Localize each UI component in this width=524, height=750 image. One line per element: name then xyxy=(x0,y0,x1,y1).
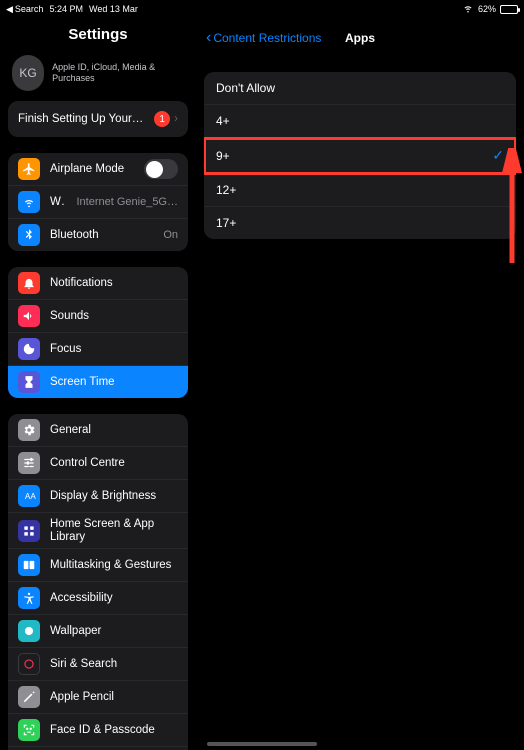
sidebar-item-siri[interactable]: Siri & Search xyxy=(8,648,188,681)
sidebar-item-label: Notifications xyxy=(50,277,178,289)
pencil-icon xyxy=(18,686,40,708)
status-time: 5:24 PM xyxy=(49,4,83,14)
svg-text:AA: AA xyxy=(25,492,36,501)
option-label: 17+ xyxy=(216,216,236,230)
back-label: Content Restrictions xyxy=(213,31,321,45)
chevron-right-icon: › xyxy=(174,113,178,125)
moon-icon xyxy=(18,338,40,360)
sidebar-item-homescreen[interactable]: Home Screen & App Library xyxy=(8,513,188,549)
apps-rating-group: Don't Allow 4+ 9+ ✓ 12+ 17+ xyxy=(204,72,516,239)
home-indicator[interactable] xyxy=(207,742,317,746)
accessibility-icon xyxy=(18,587,40,609)
avatar: KG xyxy=(12,55,44,91)
back-to-search[interactable]: ◀ Search xyxy=(6,4,43,15)
sidebar-item-notifications[interactable]: Notifications xyxy=(8,267,188,300)
sidebar-item-label: Wallpaper xyxy=(50,625,178,637)
sidebar-item-wallpaper[interactable]: Wallpaper xyxy=(8,615,188,648)
sidebar-item-screentime[interactable]: Screen Time xyxy=(8,366,188,398)
sidebar-group-alerts: Notifications Sounds Focus Screen Time xyxy=(8,267,188,398)
sidebar-item-label: Bluetooth xyxy=(50,229,153,241)
sidebar-item-bluetooth[interactable]: Bluetooth On xyxy=(8,219,188,251)
status-date: Wed 13 Mar xyxy=(89,4,138,14)
sidebar-group-general: General Control Centre AA Display & Brig… xyxy=(8,414,188,750)
faceid-icon xyxy=(18,719,40,741)
sidebar-item-display[interactable]: AA Display & Brightness xyxy=(8,480,188,513)
chevron-left-icon: ‹ xyxy=(206,29,211,47)
sidebar-item-label: Home Screen & App Library xyxy=(50,518,178,543)
sidebar-item-label: Siri & Search xyxy=(50,658,178,670)
sidebar-item-label: Face ID & Passcode xyxy=(50,724,178,736)
airplane-icon xyxy=(18,158,40,180)
sidebar-item-label: General xyxy=(50,424,178,436)
sidebar-item-wifi[interactable]: Wi-Fi Internet Genie_5G… xyxy=(8,186,188,219)
wifi-value: Internet Genie_5G… xyxy=(76,196,178,208)
status-bar: ◀ Search 5:24 PM Wed 13 Mar 62% xyxy=(0,0,524,18)
sidebar-item-multitasking[interactable]: Multitasking & Gestures xyxy=(8,549,188,582)
battery-percent: 62% xyxy=(478,4,496,14)
detail-pane: ‹ Content Restrictions Apps Don't Allow … xyxy=(196,18,524,750)
siri-icon xyxy=(18,653,40,675)
option-17plus[interactable]: 17+ xyxy=(204,207,516,239)
notification-badge: 1 xyxy=(154,111,170,127)
hourglass-icon xyxy=(18,371,40,393)
option-12plus[interactable]: 12+ xyxy=(204,174,516,207)
option-label: 9+ xyxy=(216,149,230,163)
sidebar-item-label: Multitasking & Gestures xyxy=(50,559,178,571)
option-dont-allow[interactable]: Don't Allow xyxy=(204,72,516,105)
gear-icon xyxy=(18,419,40,441)
apple-id-row[interactable]: KG Apple ID, iCloud, Media & Purchases xyxy=(8,53,188,101)
sidebar-item-label: Control Centre xyxy=(50,457,178,469)
bluetooth-value: On xyxy=(163,229,178,241)
bluetooth-icon xyxy=(18,224,40,246)
wifi-icon xyxy=(462,2,474,16)
sidebar-item-focus[interactable]: Focus xyxy=(8,333,188,366)
airplane-toggle[interactable] xyxy=(144,159,178,179)
sidebar-item-pencil[interactable]: Apple Pencil xyxy=(8,681,188,714)
sidebar-item-airplane[interactable]: Airplane Mode xyxy=(8,153,188,186)
detail-header: ‹ Content Restrictions Apps xyxy=(204,18,516,58)
speaker-icon xyxy=(18,305,40,327)
sidebar-title: Settings xyxy=(8,18,188,53)
sidebar-item-label: Screen Time xyxy=(50,376,178,388)
sidebar-item-accessibility[interactable]: Accessibility xyxy=(8,582,188,615)
bell-icon xyxy=(18,272,40,294)
sidebar-group-connectivity: Airplane Mode Wi-Fi Internet Genie_5G… B… xyxy=(8,153,188,251)
settings-sidebar: Settings KG Apple ID, iCloud, Media & Pu… xyxy=(0,18,196,750)
detail-title: Apps xyxy=(345,31,375,45)
multitasking-icon xyxy=(18,554,40,576)
sidebar-item-label: Airplane Mode xyxy=(50,163,134,175)
sidebar-item-label: Display & Brightness xyxy=(50,490,178,502)
battery-icon xyxy=(500,5,518,14)
sidebar-item-general[interactable]: General xyxy=(8,414,188,447)
option-label: 12+ xyxy=(216,183,236,197)
sidebar-item-sounds[interactable]: Sounds xyxy=(8,300,188,333)
brightness-icon: AA xyxy=(18,485,40,507)
finish-setup-row[interactable]: Finish Setting Up Your… 1 › xyxy=(8,101,188,137)
grid-icon xyxy=(18,520,40,542)
wifi-icon xyxy=(18,191,40,213)
status-back-label: Search xyxy=(15,4,44,14)
chevron-left-icon: ◀ xyxy=(6,4,13,15)
sidebar-item-faceid[interactable]: Face ID & Passcode xyxy=(8,714,188,747)
sidebar-item-label: Sounds xyxy=(50,310,178,322)
sidebar-item-label: Apple Pencil xyxy=(50,691,178,703)
wallpaper-icon xyxy=(18,620,40,642)
sidebar-item-label: Accessibility xyxy=(50,592,178,604)
option-label: Don't Allow xyxy=(216,81,275,95)
option-4plus[interactable]: 4+ xyxy=(204,105,516,138)
check-icon: ✓ xyxy=(492,147,504,164)
back-button[interactable]: ‹ Content Restrictions xyxy=(206,29,321,47)
sidebar-item-label: Focus xyxy=(50,343,178,355)
finish-setup-label: Finish Setting Up Your… xyxy=(18,113,154,125)
option-label: 4+ xyxy=(216,114,230,128)
sidebar-item-label: Wi-Fi xyxy=(50,196,66,208)
sidebar-item-controlcentre[interactable]: Control Centre xyxy=(8,447,188,480)
sliders-icon xyxy=(18,452,40,474)
apple-id-subtitle: Apple ID, iCloud, Media & Purchases xyxy=(52,62,184,84)
option-9plus[interactable]: 9+ ✓ xyxy=(204,138,516,174)
